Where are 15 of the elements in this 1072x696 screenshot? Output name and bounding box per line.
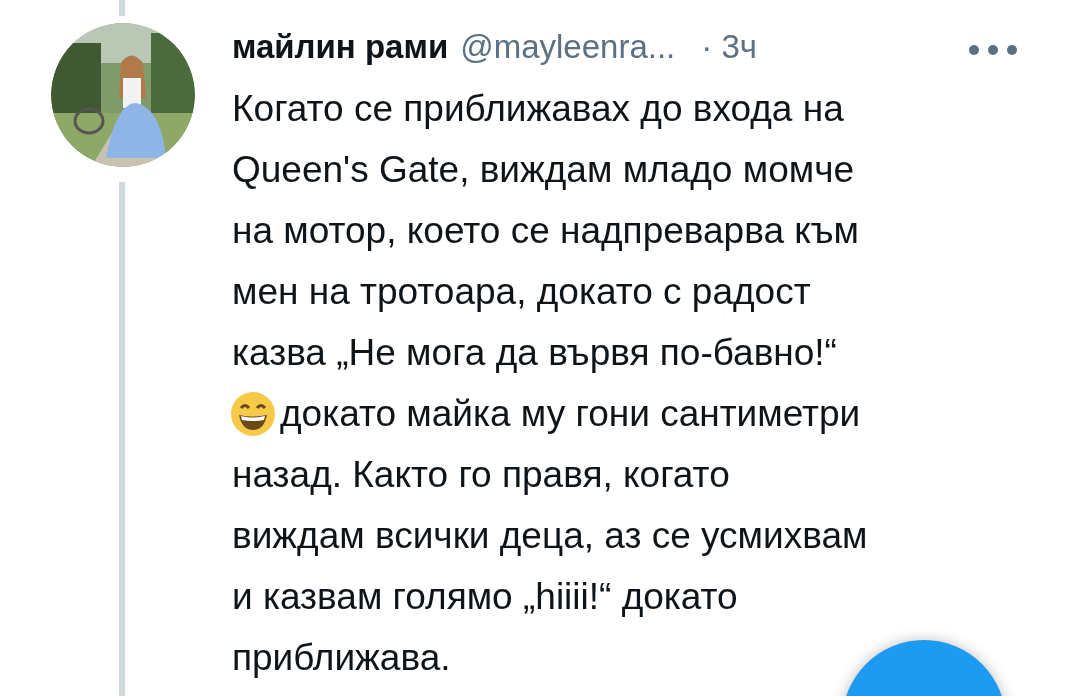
tweet-text-line: на мотор, което се надпреварва към	[232, 208, 860, 253]
more-icon[interactable]	[968, 44, 1018, 56]
tweet-text-line: мен на тротоара, докато с радост	[232, 269, 811, 314]
tweet-text-line: и казвам голямо „hiiii!“ докато	[232, 574, 738, 619]
tweet-time[interactable]: · 3ч	[701, 22, 757, 72]
author-name[interactable]: майлин рами	[232, 22, 449, 72]
tweet-text-line: казва „Не мога да вървя по-бавно!“	[232, 330, 837, 375]
tweet-text-line: приближава.	[232, 635, 451, 680]
tweet-text-line: виждам всички деца, аз се усмихвам	[232, 513, 868, 558]
tweet-text-line: Когато се приближавах до входа на	[232, 86, 844, 131]
grinning-face-icon	[230, 390, 276, 437]
tweet-text-line: докато майка му гони сантиметри	[280, 391, 861, 436]
tweet-text-line: назад. Както го правя, когато	[232, 452, 730, 497]
author-handle[interactable]: @mayleenra...	[460, 22, 676, 72]
tweet-text-line: Queen's Gate, виждам младо момче	[232, 147, 855, 192]
